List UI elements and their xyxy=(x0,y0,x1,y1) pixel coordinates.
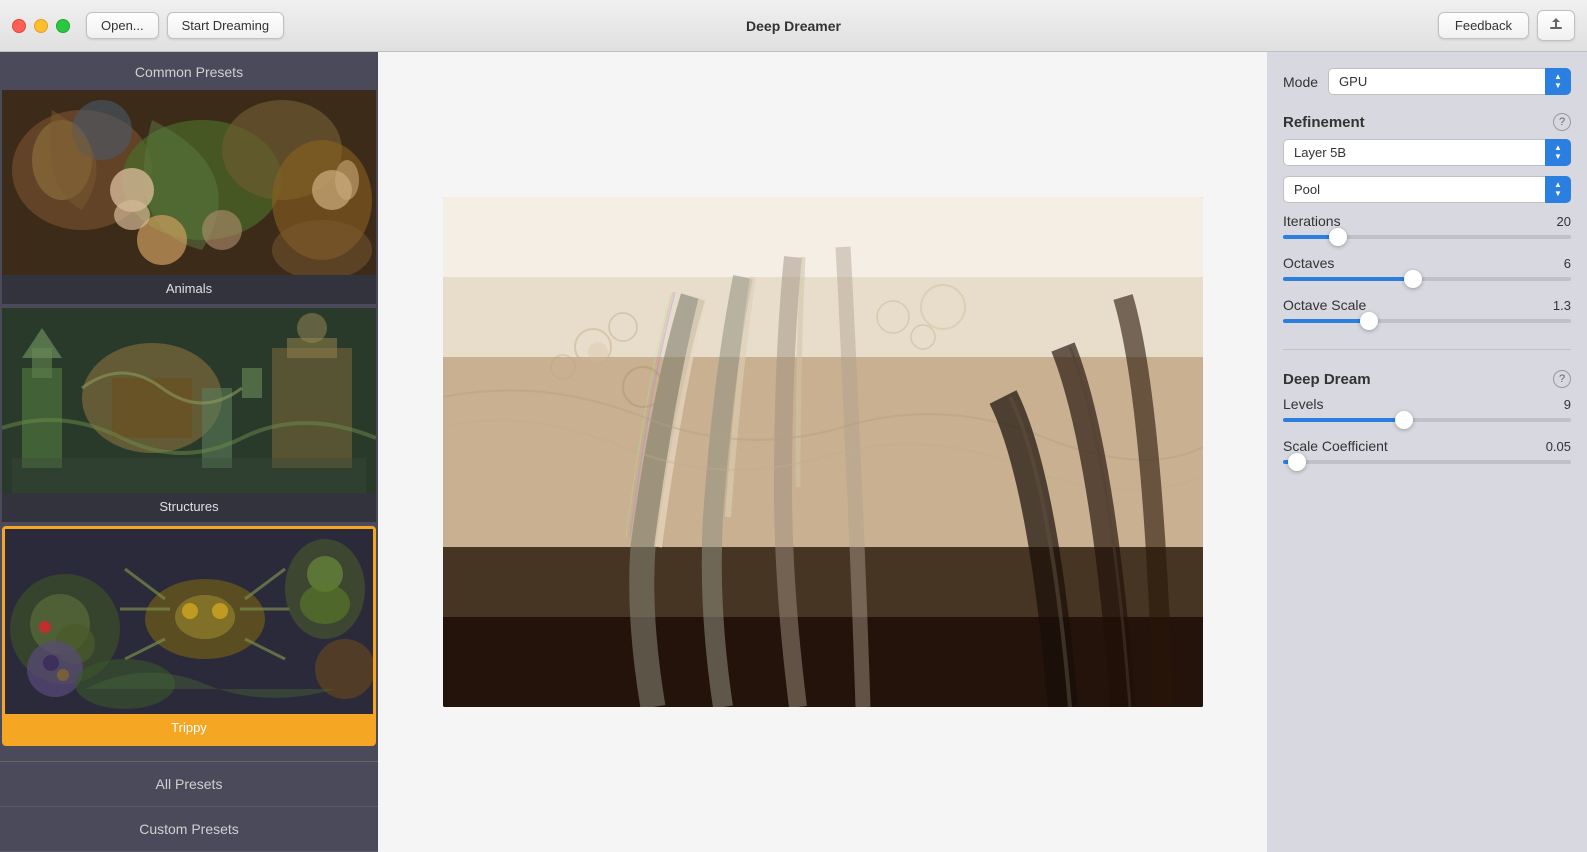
share-button[interactable] xyxy=(1537,10,1575,41)
octaves-container: Octaves 6 xyxy=(1283,255,1571,281)
octaves-label: Octaves xyxy=(1283,255,1334,271)
octaves-track[interactable] xyxy=(1283,277,1571,281)
pool-select-wrapper: Pool Max Avg xyxy=(1283,176,1571,203)
iterations-container: Iterations 20 xyxy=(1283,213,1571,239)
sidebar-bottom: All Presets Custom Presets xyxy=(0,761,378,852)
octave-scale-label: Octave Scale xyxy=(1283,297,1366,313)
iterations-value: 20 xyxy=(1557,214,1571,229)
dream-image xyxy=(443,197,1203,707)
preset-label-trippy: Trippy xyxy=(5,714,373,743)
octave-scale-track[interactable] xyxy=(1283,319,1571,323)
common-presets-title: Common Presets xyxy=(0,52,378,90)
share-icon xyxy=(1548,16,1564,32)
levels-track[interactable] xyxy=(1283,418,1571,422)
scale-coefficient-thumb[interactable] xyxy=(1288,453,1306,471)
refinement-help-icon[interactable]: ? xyxy=(1553,113,1571,131)
sidebar: Common Presets xyxy=(0,52,378,852)
dream-svg xyxy=(443,197,1203,707)
octave-scale-fill xyxy=(1283,319,1369,323)
titlebar: Open... Start Dreaming Deep Dreamer Feed… xyxy=(0,0,1587,52)
section-divider xyxy=(1283,349,1571,350)
preset-thumbnail-structures xyxy=(2,308,376,493)
right-panel: Mode GPU CPU Refinement ? Layer 5B Layer… xyxy=(1267,52,1587,852)
main-content: Common Presets xyxy=(0,52,1587,852)
preset-label-structures: Structures xyxy=(2,493,376,522)
mode-select-wrapper: GPU CPU xyxy=(1328,68,1571,95)
octave-scale-header: Octave Scale 1.3 xyxy=(1283,297,1571,313)
maximize-button[interactable] xyxy=(56,19,70,33)
scale-coefficient-container: Scale Coefficient 0.05 xyxy=(1283,438,1571,464)
close-button[interactable] xyxy=(12,19,26,33)
refinement-header: Refinement ? xyxy=(1283,113,1571,131)
titlebar-right: Feedback xyxy=(1438,10,1575,41)
levels-container: Levels 9 xyxy=(1283,396,1571,422)
app-title: Deep Dreamer xyxy=(746,18,841,34)
levels-header: Levels 9 xyxy=(1283,396,1571,412)
open-button[interactable]: Open... xyxy=(86,12,159,39)
preset-label-animals: Animals xyxy=(2,275,376,304)
feedback-button[interactable]: Feedback xyxy=(1438,12,1529,39)
scale-coefficient-track[interactable] xyxy=(1283,460,1571,464)
scale-coefficient-value: 0.05 xyxy=(1546,439,1571,454)
iterations-track[interactable] xyxy=(1283,235,1571,239)
iterations-thumb[interactable] xyxy=(1329,228,1347,246)
titlebar-buttons: Open... Start Dreaming xyxy=(86,12,284,39)
preset-item-structures[interactable]: Structures xyxy=(2,308,376,522)
iterations-label: Iterations xyxy=(1283,213,1341,229)
layer-select-wrapper: Layer 5B Layer 4A Layer 5A Layer 6A xyxy=(1283,139,1571,166)
iterations-header: Iterations 20 xyxy=(1283,213,1571,229)
start-dreaming-button[interactable]: Start Dreaming xyxy=(167,12,284,39)
traffic-lights xyxy=(12,19,70,33)
custom-presets-nav[interactable]: Custom Presets xyxy=(0,807,378,852)
refinement-title: Refinement xyxy=(1283,114,1365,131)
octaves-value: 6 xyxy=(1564,256,1571,271)
preset-item-trippy[interactable]: Trippy xyxy=(2,526,376,746)
preset-thumbnail-trippy xyxy=(5,529,373,714)
deep-dream-help-icon[interactable]: ? xyxy=(1553,370,1571,388)
preset-thumbnail-animals xyxy=(2,90,376,275)
image-area xyxy=(378,52,1267,852)
scale-coefficient-header: Scale Coefficient 0.05 xyxy=(1283,438,1571,454)
octaves-fill xyxy=(1283,277,1413,281)
levels-thumb[interactable] xyxy=(1395,411,1413,429)
octaves-thumb[interactable] xyxy=(1404,270,1422,288)
layer-select[interactable]: Layer 5B Layer 4A Layer 5A Layer 6A xyxy=(1283,139,1571,166)
preset-item-animals[interactable]: Animals xyxy=(2,90,376,304)
scale-coefficient-label: Scale Coefficient xyxy=(1283,438,1388,454)
levels-label: Levels xyxy=(1283,396,1323,412)
levels-fill xyxy=(1283,418,1404,422)
pool-select[interactable]: Pool Max Avg xyxy=(1283,176,1571,203)
minimize-button[interactable] xyxy=(34,19,48,33)
mode-select[interactable]: GPU CPU xyxy=(1328,68,1571,95)
mode-row: Mode GPU CPU xyxy=(1283,68,1571,95)
octaves-header: Octaves 6 xyxy=(1283,255,1571,271)
mode-label: Mode xyxy=(1283,74,1318,90)
octave-scale-container: Octave Scale 1.3 xyxy=(1283,297,1571,323)
deep-dream-header: Deep Dream ? xyxy=(1283,370,1571,388)
octave-scale-value: 1.3 xyxy=(1553,298,1571,313)
levels-value: 9 xyxy=(1564,397,1571,412)
all-presets-nav[interactable]: All Presets xyxy=(0,762,378,807)
octave-scale-thumb[interactable] xyxy=(1360,312,1378,330)
deep-dream-title: Deep Dream xyxy=(1283,371,1371,388)
